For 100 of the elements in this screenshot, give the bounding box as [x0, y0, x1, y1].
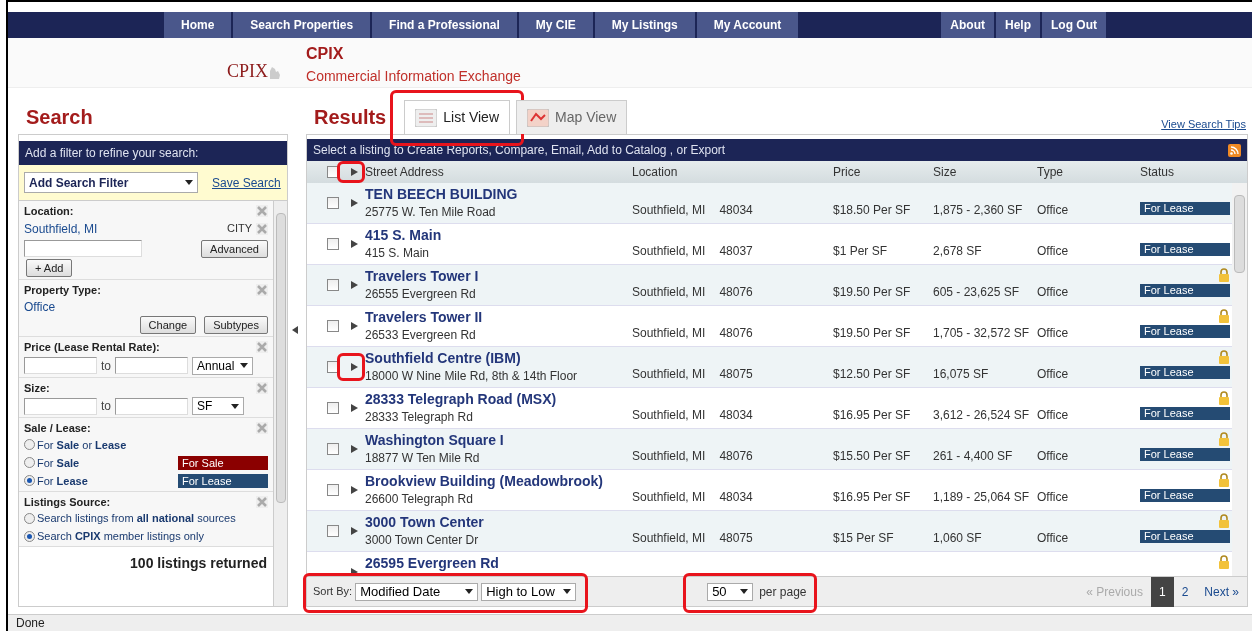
expand-icon[interactable]: [350, 363, 358, 371]
checkbox[interactable]: [327, 238, 339, 250]
option-label: Search listings from all national sources: [37, 511, 236, 526]
filter-label: Price (Lease Rental Rate):: [24, 340, 160, 355]
nav-link[interactable]: Home: [164, 12, 234, 38]
close-icon[interactable]: [256, 341, 268, 354]
rss-icon[interactable]: [1228, 143, 1241, 157]
add-filter-select[interactable]: Add Search Filter: [24, 172, 198, 193]
scrollbar[interactable]: [1232, 183, 1247, 576]
close-icon[interactable]: [256, 495, 268, 508]
listing-zip: 48037: [719, 243, 753, 260]
column-header[interactable]: Status: [1140, 163, 1247, 181]
sort-order-select[interactable]: High to Low: [481, 582, 577, 601]
filter-value: Office: [24, 299, 57, 316]
input-field[interactable]: [24, 357, 97, 374]
view-tips-link[interactable]: View Search Tips: [1161, 115, 1246, 134]
checkbox[interactable]: [327, 320, 339, 332]
column-header[interactable]: Size: [933, 163, 1037, 181]
sort-field-select[interactable]: Modified Date: [355, 582, 479, 601]
listing-address: 18877 W Ten Mile Rd: [365, 450, 481, 467]
logo: CPIX: [227, 58, 280, 85]
listing-city: Southfield, MI: [632, 284, 706, 301]
nav-link[interactable]: My Account: [696, 12, 801, 38]
filter-label: Property Type:: [24, 282, 101, 298]
save-search-link[interactable]: Save Search: [212, 173, 281, 192]
radio-button[interactable]: [24, 475, 35, 486]
filter-label: Location:: [24, 204, 74, 219]
nav-link[interactable]: Find a Professional: [372, 12, 519, 38]
expand-icon[interactable]: [350, 404, 358, 412]
listing-title[interactable]: Travelers Tower II: [365, 309, 632, 326]
next-link[interactable]: Next »: [1196, 576, 1247, 607]
close-icon[interactable]: [256, 381, 268, 394]
filter-button[interactable]: Change: [139, 316, 197, 334]
column-header[interactable]: Price: [833, 163, 933, 181]
column-header[interactable]: Location: [632, 163, 833, 181]
nav-link[interactable]: Help: [996, 12, 1042, 38]
input-field[interactable]: [24, 239, 142, 257]
listing-zip: 48076: [719, 448, 753, 465]
filter-button[interactable]: + Add: [26, 258, 73, 277]
page-link[interactable]: 2: [1173, 576, 1197, 607]
listing-title[interactable]: TEN BEECH BUILDING: [365, 186, 632, 203]
scrollbar[interactable]: [273, 201, 287, 606]
site-subtitle: Commercial Information Exchange: [306, 67, 521, 86]
nav-link[interactable]: About: [941, 12, 996, 38]
listing-size: 1,189 - 25,064 SF: [933, 490, 1030, 504]
expand-icon[interactable]: [350, 199, 358, 207]
close-icon[interactable]: [256, 283, 268, 296]
checkbox[interactable]: [327, 525, 339, 537]
expand-icon[interactable]: [350, 527, 358, 535]
view-tab[interactable]: Map View: [516, 100, 628, 134]
listing-title[interactable]: 26595 Evergreen Rd: [365, 555, 632, 572]
input-field[interactable]: [115, 357, 188, 374]
listing-title[interactable]: 415 S. Main: [365, 227, 632, 244]
close-icon[interactable]: [256, 205, 268, 218]
listing-title[interactable]: Travelers Tower I: [365, 268, 632, 285]
checkbox[interactable]: [327, 443, 339, 455]
listing-title[interactable]: Southfield Centre (IBM): [365, 350, 632, 367]
input-field[interactable]: [115, 397, 188, 415]
radio-button[interactable]: [24, 512, 35, 524]
column-header[interactable]: Street Address: [365, 163, 632, 181]
listing-size: 2,678 SF: [933, 244, 982, 258]
expand-icon[interactable]: [350, 445, 358, 453]
per-page-select[interactable]: 50: [707, 582, 754, 601]
listing-title[interactable]: 3000 Town Center: [365, 514, 632, 531]
expand-icon[interactable]: [350, 322, 358, 330]
unit-select[interactable]: Annual: [192, 356, 253, 375]
input-field[interactable]: [24, 397, 97, 415]
nav-link[interactable]: Search Properties: [233, 12, 373, 38]
checkbox[interactable]: [327, 402, 339, 414]
close-icon[interactable]: [256, 222, 268, 235]
unit-select[interactable]: SF: [192, 397, 244, 415]
nav-link[interactable]: My CIE: [518, 12, 595, 38]
listing-title[interactable]: Washington Square I: [365, 432, 632, 449]
listing-city: Southfield, MI: [632, 530, 706, 547]
checkbox[interactable]: [327, 484, 339, 496]
option-label: For Sale or Lease: [37, 437, 127, 453]
filter-button[interactable]: Subtypes: [204, 316, 268, 334]
radio-button[interactable]: [24, 530, 35, 542]
listing-size: 3,612 - 26,524 SF: [933, 408, 1030, 422]
expand-icon[interactable]: [350, 240, 358, 248]
checkbox[interactable]: [327, 279, 339, 291]
view-tab[interactable]: List View: [404, 100, 511, 134]
expand-icon[interactable]: [350, 168, 358, 176]
collapse-icon[interactable]: [292, 326, 298, 334]
radio-button[interactable]: [24, 457, 35, 468]
nav-link[interactable]: My Listings: [594, 12, 697, 38]
option-label: Search CPIX member listings only: [37, 529, 204, 544]
filter-button[interactable]: Advanced: [201, 239, 268, 258]
expand-icon[interactable]: [350, 486, 358, 494]
listing-title[interactable]: 28333 Telegraph Road (MSX): [365, 391, 632, 408]
column-header[interactable]: Type: [1037, 163, 1140, 181]
status-bar: Done: [8, 614, 1252, 631]
radio-button[interactable]: [24, 439, 35, 450]
nav-link[interactable]: Log Out: [1042, 12, 1108, 38]
expand-icon[interactable]: [350, 281, 358, 289]
close-icon[interactable]: [256, 422, 268, 435]
checkbox[interactable]: [327, 197, 339, 209]
listing-city: Southfield, MI: [632, 325, 706, 342]
listing-title[interactable]: Brookview Building (Meadowbrook): [365, 473, 632, 490]
page-link[interactable]: 1: [1150, 576, 1174, 607]
